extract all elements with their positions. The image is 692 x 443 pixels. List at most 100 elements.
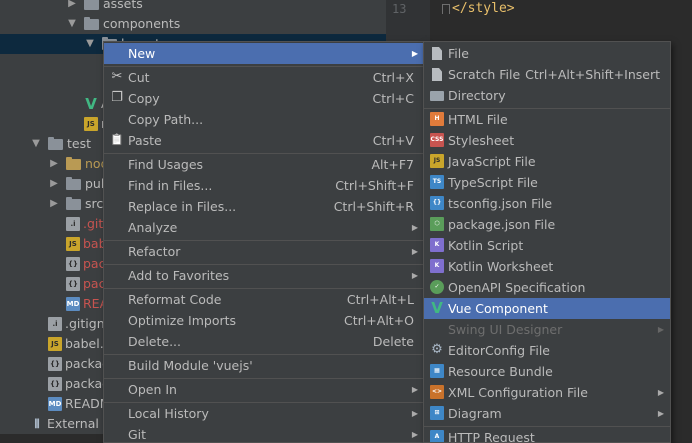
menu-item-analyze[interactable]: Analyze ▶ bbox=[104, 217, 424, 238]
menu-item-label: Kotlin Worksheet bbox=[448, 259, 554, 274]
chevron-right-icon[interactable]: ▶ bbox=[48, 154, 60, 174]
menu-item-vue-component[interactable]: V Vue Component bbox=[424, 298, 670, 319]
menu-item-cut[interactable]: ✂ Cut Ctrl+X bbox=[104, 67, 424, 88]
tree-item-label: assets bbox=[103, 0, 143, 11]
menu-item-label: Replace in Files... bbox=[128, 199, 237, 214]
menu-item-http-request[interactable]: A HTTP Request bbox=[424, 427, 670, 443]
chevron-right-icon[interactable]: ▶ bbox=[48, 194, 60, 214]
openapi-icon: ✓ bbox=[430, 280, 444, 294]
shortcut-label: Ctrl+Shift+R bbox=[333, 199, 414, 214]
paste-icon: 📋 bbox=[110, 133, 124, 146]
tree-item[interactable]: ▶ assets bbox=[0, 0, 386, 14]
tree-item-label: test bbox=[67, 136, 92, 151]
chevron-down-icon[interactable]: ▼ bbox=[66, 14, 78, 34]
menu-item-openapi-specification[interactable]: ✓ OpenAPI Specification bbox=[424, 277, 670, 298]
new-submenu: File Scratch File Ctrl+Alt+Shift+Insert Dir… bbox=[423, 41, 671, 443]
submenu-arrow-icon: ▶ bbox=[411, 271, 418, 280]
fold-marker-icon[interactable] bbox=[442, 4, 450, 14]
menu-item-label: Find in Files... bbox=[128, 178, 213, 193]
menu-item-kotlin-worksheet[interactable]: K Kotlin Worksheet bbox=[424, 256, 670, 277]
menu-item-label: Directory bbox=[448, 88, 506, 103]
menu-item-refactor[interactable]: Refactor ▶ bbox=[104, 241, 424, 262]
menu-item-label: HTTP Request bbox=[448, 430, 535, 443]
menu-item-reformat-code[interactable]: Reformat Code Ctrl+Alt+L bbox=[104, 289, 424, 310]
shortcut-label: Ctrl+Alt+O bbox=[344, 313, 414, 328]
menu-item-label: tsconfig.json File bbox=[448, 196, 553, 211]
menu-item-label: JavaScript File bbox=[448, 154, 536, 169]
menu-item-find-usages[interactable]: Find Usages Alt+F7 bbox=[104, 154, 424, 175]
folder-orange-icon bbox=[66, 157, 81, 170]
menu-item-scratch-file[interactable]: Scratch File Ctrl+Alt+Shift+Insert bbox=[424, 64, 670, 85]
json-file-icon: {} bbox=[48, 357, 62, 371]
submenu-arrow-icon: ▶ bbox=[411, 49, 418, 58]
menu-item-find-in-files[interactable]: Find in Files... Ctrl+Shift+F bbox=[104, 175, 424, 196]
json-file-icon: {} bbox=[48, 377, 62, 391]
submenu-arrow-icon: ▶ bbox=[411, 385, 418, 394]
menu-item-build-module-vuejs[interactable]: Build Module 'vuejs' bbox=[104, 355, 424, 376]
context-menu: New ▶ ✂ Cut Ctrl+X ❐ Copy Ctrl+C Copy Path... 📋 Pa… bbox=[103, 41, 425, 443]
menu-item-tsconfig-json-file[interactable]: {} tsconfig.json File bbox=[424, 193, 670, 214]
chevron-right-icon[interactable]: ▶ bbox=[66, 0, 78, 14]
folder-icon bbox=[84, 0, 99, 10]
folder-icon bbox=[48, 137, 63, 150]
json-file-icon: {} bbox=[66, 257, 80, 271]
js-file-icon: JS bbox=[84, 117, 98, 131]
menu-item-label: TypeScript File bbox=[448, 175, 538, 190]
menu-item-replace-in-files[interactable]: Replace in Files... Ctrl+Shift+R bbox=[104, 196, 424, 217]
menu-item-swing-ui-designer: Swing UI Designer ▶ bbox=[424, 319, 670, 340]
menu-item-label: Copy Path... bbox=[128, 112, 204, 127]
folder-icon bbox=[66, 197, 81, 210]
menu-item-copy[interactable]: ❐ Copy Ctrl+C bbox=[104, 88, 424, 109]
chevron-down-icon[interactable]: ▼ bbox=[84, 34, 96, 54]
submenu-arrow-icon: ▶ bbox=[411, 247, 418, 256]
menu-item-add-to-favorites[interactable]: Add to Favorites ▶ bbox=[104, 265, 424, 286]
menu-item-xml-configuration-file[interactable]: <> XML Configuration File ▶ bbox=[424, 382, 670, 403]
tsconfig-icon: {} bbox=[430, 196, 444, 210]
menu-item-directory[interactable]: Directory bbox=[424, 85, 670, 106]
menu-item-label: Swing UI Designer bbox=[448, 322, 563, 337]
code-line[interactable]: </style> bbox=[452, 1, 515, 16]
menu-item-label: Resource Bundle bbox=[448, 364, 553, 379]
menu-item-label: Diagram bbox=[448, 406, 502, 421]
line-number: 13 bbox=[392, 2, 407, 16]
resource-bundle-icon: ▦ bbox=[430, 364, 444, 378]
gear-icon: ⚙ bbox=[431, 342, 443, 357]
menu-item-file[interactable]: File bbox=[424, 43, 670, 64]
menu-item-kotlin-script[interactable]: K Kotlin Script bbox=[424, 235, 670, 256]
shortcut-label: Delete bbox=[372, 334, 414, 349]
menu-item-package-json-file[interactable]: ⬡ package.json File bbox=[424, 214, 670, 235]
menu-item-optimize-imports[interactable]: Optimize Imports Ctrl+Alt+O bbox=[104, 310, 424, 331]
tree-item-label: src bbox=[85, 196, 104, 211]
menu-item-label: Local History bbox=[128, 406, 209, 421]
folder-icon bbox=[84, 17, 99, 30]
submenu-arrow-icon: ▶ bbox=[411, 409, 418, 418]
menu-item-stylesheet[interactable]: CSS Stylesheet bbox=[424, 130, 670, 151]
vue-icon: V bbox=[85, 95, 97, 113]
menu-item-typescript-file[interactable]: TS TypeScript File bbox=[424, 172, 670, 193]
menu-item-paste[interactable]: 📋 Paste Ctrl+V bbox=[104, 130, 424, 151]
chevron-right-icon[interactable]: ▶ bbox=[48, 174, 60, 194]
json-file-icon: {} bbox=[66, 277, 80, 291]
menu-item-label: Reformat Code bbox=[128, 292, 222, 307]
tree-item[interactable]: ▼ components bbox=[0, 14, 386, 34]
md-file-icon: MD bbox=[48, 397, 62, 411]
library-icon: ⦀ bbox=[34, 417, 40, 431]
menu-item-javascript-file[interactable]: JS JavaScript File bbox=[424, 151, 670, 172]
chevron-down-icon[interactable]: ▼ bbox=[30, 134, 42, 154]
menu-item-delete[interactable]: Delete... Delete bbox=[104, 331, 424, 352]
menu-item-label: Refactor bbox=[128, 244, 181, 259]
menu-item-diagram[interactable]: ⊞ Diagram ▶ bbox=[424, 403, 670, 424]
shortcut-label: Ctrl+Alt+Shift+Insert bbox=[525, 67, 660, 82]
menu-item-copy-path[interactable]: Copy Path... bbox=[104, 109, 424, 130]
menu-item-new[interactable]: New ▶ bbox=[104, 43, 424, 64]
submenu-arrow-icon: ▶ bbox=[411, 223, 418, 232]
menu-item-resource-bundle[interactable]: ▦ Resource Bundle bbox=[424, 361, 670, 382]
menu-item-local-history[interactable]: Local History ▶ bbox=[104, 403, 424, 424]
menu-item-label: OpenAPI Specification bbox=[448, 280, 586, 295]
shortcut-label: Alt+F7 bbox=[371, 157, 414, 172]
menu-item-editorconfig-file[interactable]: ⚙ EditorConfig File bbox=[424, 340, 670, 361]
menu-item-open-in[interactable]: Open In ▶ bbox=[104, 379, 424, 400]
menu-item-label: Vue Component bbox=[448, 301, 548, 316]
menu-item-html-file[interactable]: H HTML File bbox=[424, 109, 670, 130]
shortcut-label: Ctrl+X bbox=[372, 70, 414, 85]
